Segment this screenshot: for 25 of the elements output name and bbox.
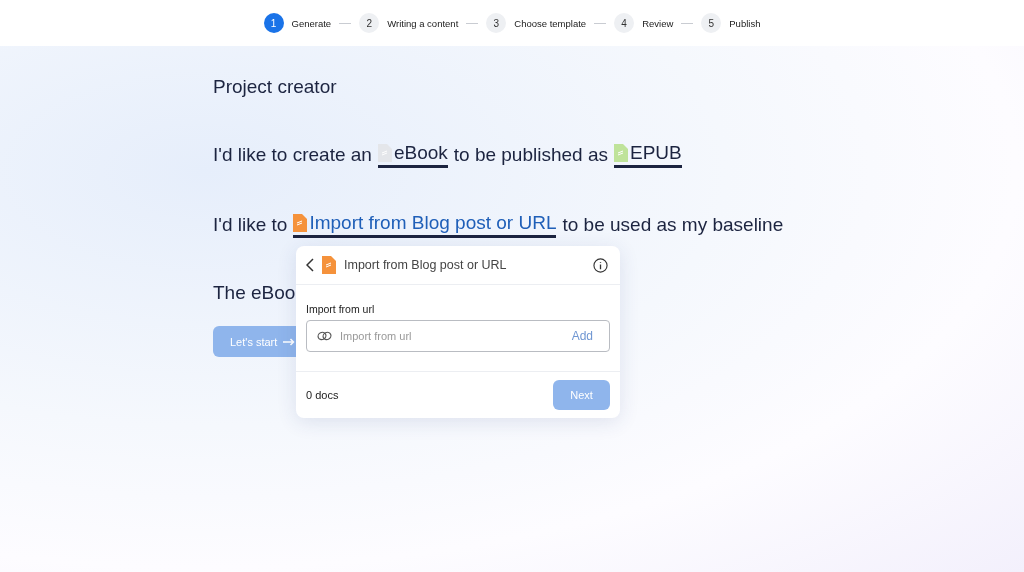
step[interactable]: 1 Generate bbox=[263, 13, 332, 33]
step[interactable]: 3 Choose template bbox=[486, 13, 587, 33]
link-icon bbox=[317, 331, 332, 341]
format-choice[interactable]: eBook bbox=[377, 142, 448, 168]
sentence-text: I'd like to bbox=[213, 214, 288, 236]
link-document-icon bbox=[322, 256, 336, 274]
field-label: Import from url bbox=[306, 303, 376, 315]
step[interactable]: 4 Review bbox=[614, 13, 674, 33]
sentence-text: to be published as bbox=[453, 144, 608, 166]
info-icon[interactable] bbox=[593, 257, 608, 273]
document-icon bbox=[614, 144, 628, 162]
sentence-text: I'd like to create an bbox=[213, 144, 372, 166]
back-icon[interactable] bbox=[306, 258, 314, 272]
step[interactable]: 2 Writing a content bbox=[359, 13, 459, 33]
sentence-text: to be used as my baseline bbox=[562, 214, 784, 236]
link-document-icon bbox=[293, 214, 308, 232]
popover-title: Import from Blog post or URL bbox=[344, 258, 508, 272]
arrow-icon bbox=[283, 337, 296, 346]
step[interactable]: 5 Publish bbox=[701, 13, 761, 33]
docs-count: 0 docs bbox=[306, 389, 339, 401]
output-choice[interactable]: EPUB bbox=[614, 142, 682, 168]
sentence-text: The eBoo bbox=[213, 282, 296, 304]
source-choice[interactable]: Import from Blog post or URL bbox=[293, 212, 557, 238]
page-title: Project creator bbox=[213, 76, 338, 98]
document-icon bbox=[377, 144, 392, 162]
